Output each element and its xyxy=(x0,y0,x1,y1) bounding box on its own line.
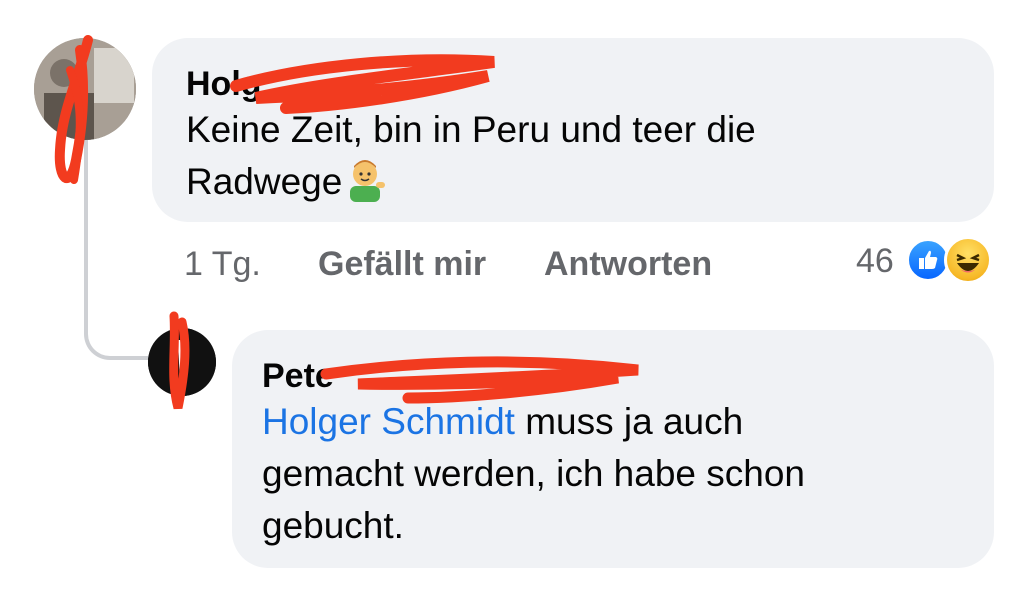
like-button[interactable]: Gefällt mir xyxy=(318,240,486,288)
comment-text-word: Radwege xyxy=(186,161,343,202)
redaction-scribble-avatar-2 xyxy=(169,311,190,410)
haha-reaction-icon[interactable] xyxy=(944,236,992,284)
redaction-scribble-name-2 xyxy=(320,356,639,404)
redaction-scribble-avatar-1 xyxy=(54,35,93,184)
person-tipping-hand-icon xyxy=(350,160,386,202)
reply-text-line-2: gemacht werden, ich habe schon xyxy=(262,453,806,494)
comment-text-line-2: Radwege xyxy=(186,156,960,208)
reply-text-line-3: gebucht. xyxy=(262,505,404,546)
reply-text-rest: muss ja auch xyxy=(514,401,744,442)
laughing-face-icon xyxy=(956,253,980,273)
reaction-count[interactable]: 46 xyxy=(856,242,894,281)
reply-button[interactable]: Antworten xyxy=(544,240,712,288)
comment-timestamp[interactable]: 1 Tg. xyxy=(184,240,261,288)
mention-link[interactable]: Holger Schmidt xyxy=(262,401,515,442)
thumbs-up-icon xyxy=(919,250,938,269)
redaction-scribble-name-1 xyxy=(230,54,495,114)
